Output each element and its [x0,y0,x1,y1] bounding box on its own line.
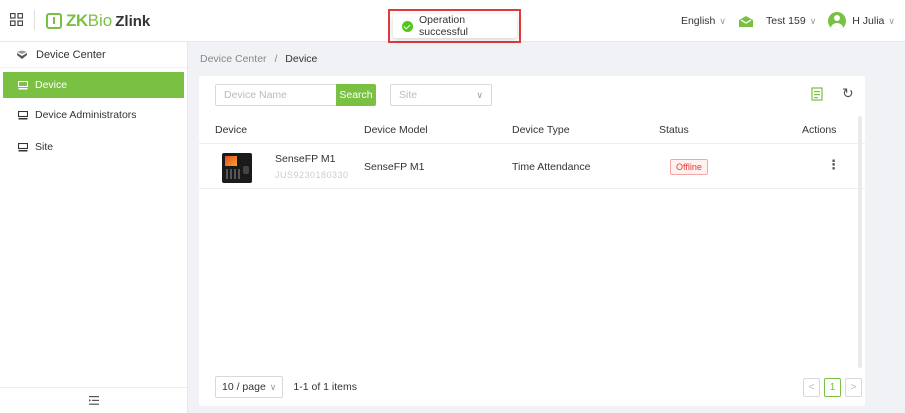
search-button[interactable]: Search [336,84,376,106]
table-header: Device Device Model Device Type Status A… [199,116,865,144]
device-list-card: Device Name Search Site ∨ ↻ Device Devic… [199,76,865,406]
vertical-scrollbar[interactable] [858,116,862,368]
table-row[interactable]: SenseFP M1 JUS9230180330 SenseFP M1 Time… [199,145,865,189]
sidebar-item-site[interactable]: Site [0,132,187,162]
chevron-left-icon: < [808,382,815,393]
device-center-icon [17,50,27,59]
column-header-status: Status [659,124,689,136]
prev-page-button[interactable]: < [803,378,820,397]
brand-zk: ZK [66,11,88,30]
sidebar-item-label: Site [35,141,54,153]
inbox-button[interactable] [738,15,754,28]
toast-message: Operation successful [419,14,469,38]
sidebar-item-device-administrators[interactable]: Device Administrators [0,100,187,130]
page-size-label: 10 / page [222,381,266,393]
sidebar-item-label: Device [35,79,68,91]
column-header-device-type: Device Type [512,124,570,136]
device-serial: JUS9230180330 [275,170,349,180]
device-type: Time Attendance [512,161,591,173]
status-badge: Offline [670,159,708,175]
collapse-menu-icon [88,396,99,405]
chevron-down-icon: ∨ [476,89,483,100]
chevron-down-icon: ∨ [269,381,277,392]
language-label: English [680,15,716,27]
export-icon[interactable] [811,87,823,101]
apps-grid-icon[interactable] [10,13,23,26]
column-header-actions: Actions [802,124,837,136]
sidebar: Device Center Device Device Administrato… [0,42,188,413]
divider [34,10,35,30]
breadcrumb: Device Center / Device [200,53,317,65]
main-content: Device Center / Device Device Name Searc… [188,42,905,413]
device-model: SenseFP M1 [364,161,425,173]
sidebar-module-title[interactable]: Device Center [0,42,187,68]
page-number-button[interactable]: 1 [824,378,841,397]
breadcrumb-current: Device [285,53,318,65]
collapse-sidebar-button[interactable] [0,387,187,413]
device-icon [18,110,28,119]
site-select[interactable]: Site ∨ [390,84,492,106]
user-name: H Julia [852,15,885,27]
next-page-button[interactable]: > [845,378,862,397]
breadcrumb-parent[interactable]: Device Center [200,53,267,65]
pagination-summary: 1-1 of 1 items [293,381,358,393]
column-header-device: Device [215,124,248,136]
breadcrumb-separator: / [274,53,278,65]
search-placeholder: Device Name [224,89,288,101]
inbox-icon [739,15,753,27]
page-size-select[interactable]: 10 / page ∨ [215,376,284,398]
brand-bio: Bio [87,11,113,30]
sidebar-title: Device Center [36,48,106,61]
chevron-down-icon: ∨ [719,15,726,26]
brand-logo[interactable]: ZK Bio Zlink [46,10,150,32]
sidebar-item-device[interactable]: Device [3,72,184,98]
company-selector[interactable]: Test 159 ∨ [766,15,816,27]
sidebar-item-label: Device Administrators [35,109,137,121]
header-actions: English ∨ Test 159 ∨ H Julia ∨ [669,0,895,42]
site-placeholder: Site [399,89,418,101]
device-icon [18,142,28,151]
device-thumbnail [222,153,252,183]
brand-zlink: Zlink [115,12,151,30]
success-toast: Operation successful [393,14,517,38]
chevron-down-icon: ∨ [888,15,895,26]
check-circle-icon [402,20,413,32]
column-header-device-model: Device Model [364,124,428,136]
language-selector[interactable]: English ∨ [681,15,726,27]
user-menu[interactable]: H Julia ∨ [828,12,895,30]
chevron-right-icon: > [850,382,857,393]
logo-icon [46,13,62,29]
more-actions-icon[interactable]: ⋮ [827,157,840,173]
refresh-icon[interactable]: ↻ [842,85,854,102]
company-label: Test 159 [766,15,806,27]
search-input[interactable]: Device Name [215,84,337,106]
device-icon [18,80,28,89]
avatar [828,12,847,30]
chevron-down-icon: ∨ [809,15,817,26]
device-name[interactable]: SenseFP M1 [275,153,336,165]
pagination-info: 10 / page ∨ 1-1 of 1 items [215,376,357,398]
